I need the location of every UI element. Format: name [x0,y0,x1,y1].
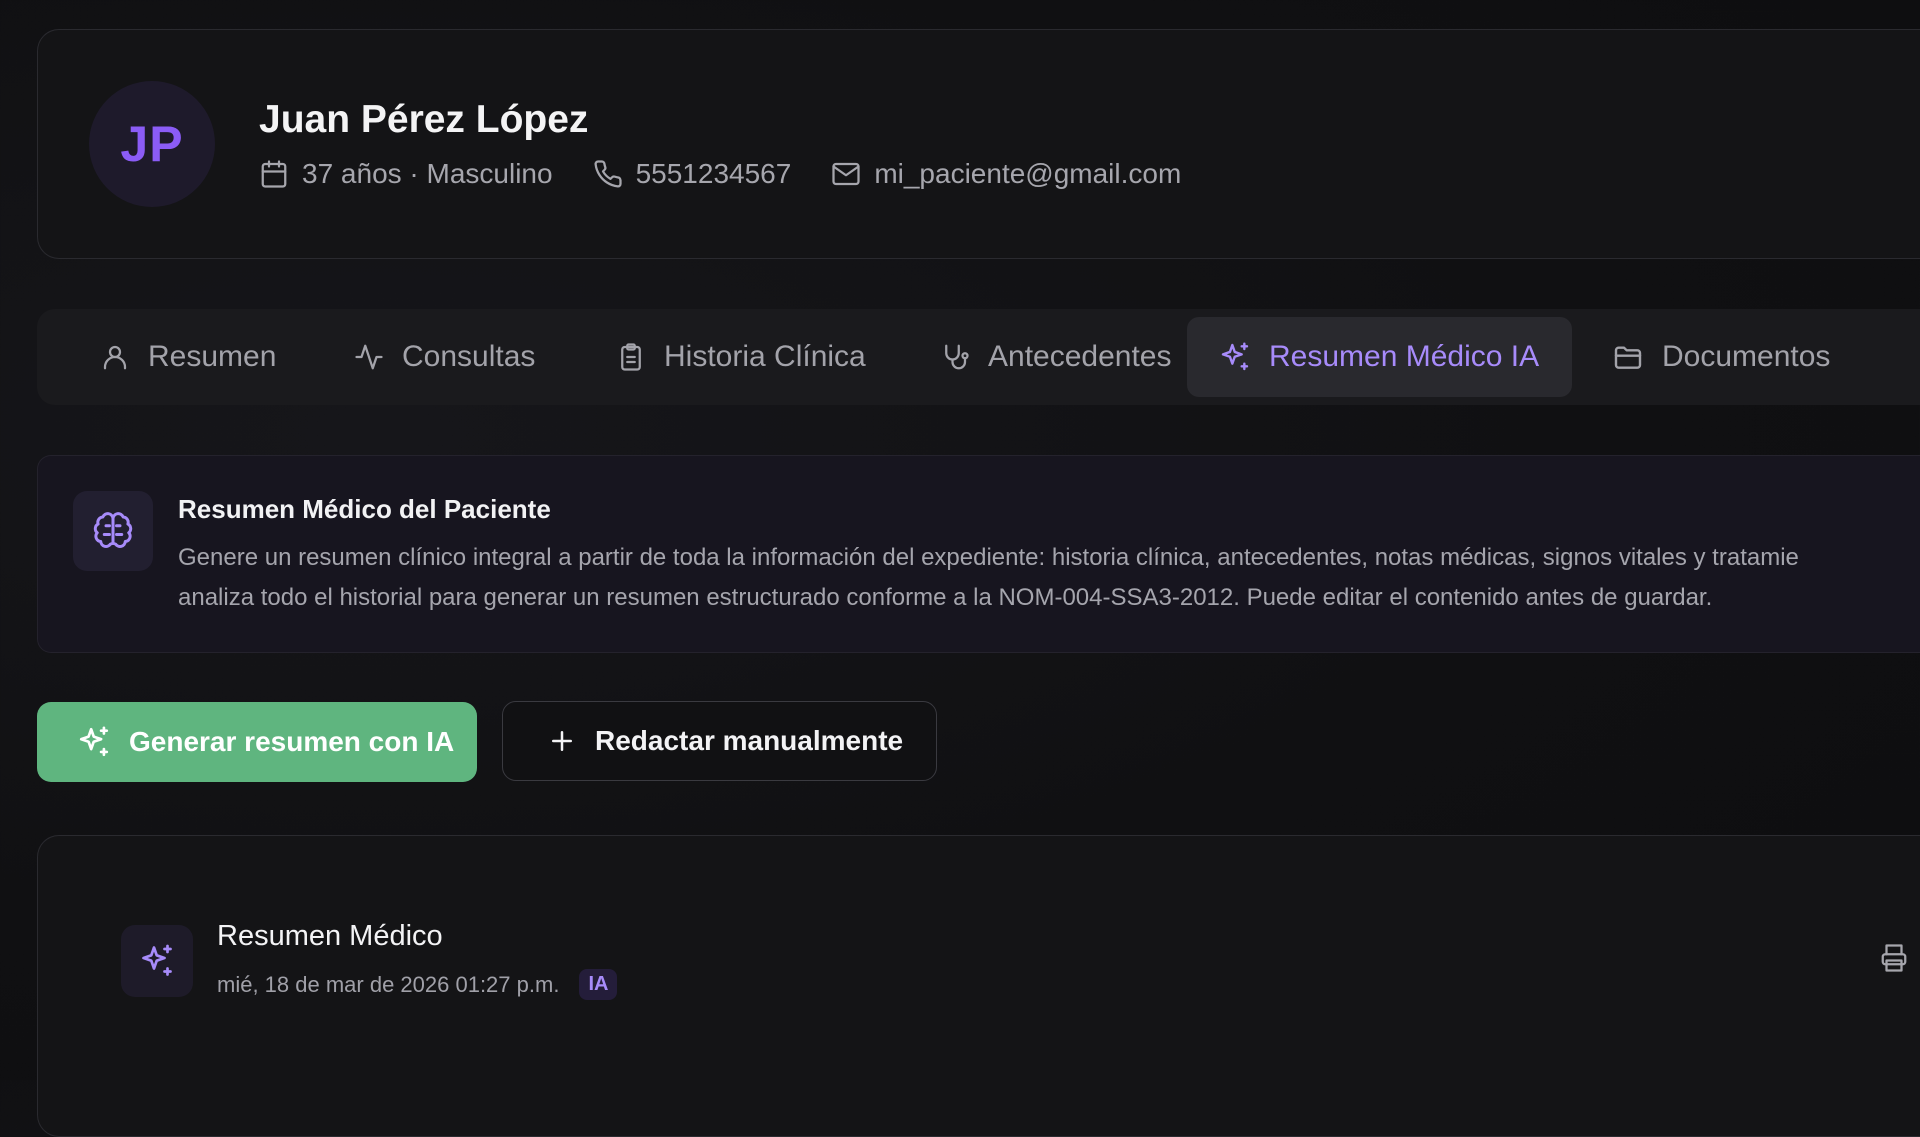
tabs-bar: Resumen Consultas Historia Clínica Antec… [37,309,1920,405]
info-line-1: Genere un resumen clínico integral a par… [178,544,1799,571]
activity-icon [355,344,383,370]
clipboard-icon [621,343,641,371]
folder-icon [1614,346,1642,369]
mail-icon [832,162,860,186]
tab-label: Consultas [402,340,536,373]
stethoscope-icon [945,344,969,370]
email-item: mi_paciente@gmail.com [831,158,1181,190]
generate-summary-label: Generar resumen con IA [129,726,455,757]
printer-icon [1881,944,1907,972]
info-line-2: analiza todo el historial para generar u… [178,584,1713,611]
summary-icon-box [121,925,193,997]
info-panel: Resumen Médico del Paciente Genere un re… [37,455,1920,653]
summary-date: mié, 18 de mar de 2026 01:27 p.m. [217,971,560,997]
plus-icon [552,731,572,751]
phone-icon [594,160,622,188]
tab-label: Historia Clínica [664,340,866,373]
ia-badge: IA [579,969,618,1000]
write-manually-button[interactable]: Redactar manualmente [502,701,937,781]
phone-text: 5551234567 [635,158,792,189]
brain-icon [93,512,133,548]
info-description: Genere un resumen clínico integral a par… [178,538,1920,618]
email-text: mi_paciente@gmail.com [874,158,1182,189]
age-gender-text: 37 años · Masculino [302,158,553,189]
tab-label: Resumen Médico IA [1269,340,1540,373]
tab-antecedentes[interactable]: Antecedentes [908,317,1203,397]
avatar: JP [89,81,215,207]
sparkles-icon [1221,342,1249,371]
user-icon [103,345,127,370]
tab-consultas[interactable]: Consultas [322,317,567,397]
tab-historia-clinica[interactable]: Historia Clínica [584,317,898,397]
patient-header-card: JP Juan Pérez López 37 años · Masculino … [37,29,1920,259]
sparkles-icon [79,726,109,757]
calendar-icon [261,160,287,188]
summary-title: Resumen Médico [217,920,443,952]
patient-name: Juan Pérez López [259,98,589,141]
sparkles-icon [142,944,172,976]
print-button[interactable] [1879,943,1909,978]
tab-label: Resumen [148,340,277,373]
patient-meta: 37 años · Masculino 5551234567 mi_pacien… [259,158,1221,190]
tab-label: Documentos [1662,340,1831,373]
tab-resumen-medico-ia[interactable]: Resumen Médico IA [1187,317,1572,397]
summary-meta: mié, 18 de mar de 2026 01:27 p.m. IA [217,969,618,1000]
brain-icon-box [73,491,153,571]
info-title: Resumen Médico del Paciente [178,494,551,524]
age-gender-item: 37 años · Masculino [259,158,553,190]
generate-summary-button[interactable]: Generar resumen con IA [37,702,477,782]
tab-documentos[interactable]: Documentos [1580,317,1862,397]
write-manually-label: Redactar manualmente [595,725,904,756]
summary-card[interactable]: Resumen Médico mié, 18 de mar de 2026 01… [37,835,1920,1137]
tab-label: Antecedentes [988,340,1172,373]
phone-item: 5551234567 [593,158,792,190]
tab-resumen[interactable]: Resumen [68,317,308,397]
